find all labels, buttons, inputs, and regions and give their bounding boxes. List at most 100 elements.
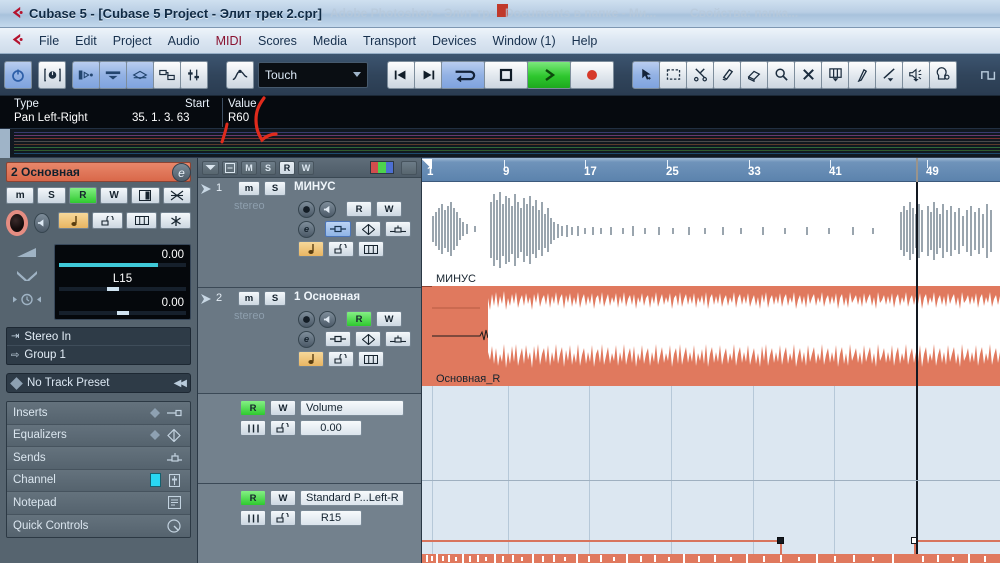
menu-item-midi[interactable]: MIDI	[208, 32, 250, 50]
inspector-edit-channel-button[interactable]: e	[172, 163, 191, 182]
inspector-monitor-button[interactable]	[34, 213, 50, 233]
menu-item-media[interactable]: Media	[305, 32, 355, 50]
track1-musical-mode-button[interactable]	[298, 241, 324, 257]
inspector-musical-mode-button[interactable]	[58, 212, 89, 229]
track1-record-enable-button[interactable]	[298, 201, 315, 218]
playhead[interactable]	[916, 286, 918, 386]
track2-musical-mode-button[interactable]	[298, 351, 324, 367]
track-expand-arrow-icon[interactable]	[200, 293, 216, 308]
inspector-lock-button[interactable]	[162, 187, 191, 204]
track2-lanes-button[interactable]	[358, 351, 384, 367]
playhead[interactable]	[916, 481, 918, 563]
track1-monitor-button[interactable]	[319, 201, 336, 218]
track-row-2[interactable]: 2 m S 1 Основная stereo R W e	[198, 288, 421, 394]
inspector-volume-value[interactable]: 0.00	[55, 246, 190, 263]
track2-lock-button[interactable]	[328, 351, 354, 367]
snap-quantize-icon-button[interactable]	[975, 61, 1000, 89]
automation-lane-2-value[interactable]: R15	[300, 510, 362, 526]
infoline-value-start[interactable]: 35. 1. 3. 63	[132, 112, 190, 124]
open-pool-button[interactable]	[153, 60, 181, 89]
track2-mute-button[interactable]: m	[238, 291, 260, 306]
show-hide-automation-button[interactable]	[222, 160, 238, 175]
menu-item-edit[interactable]: Edit	[67, 32, 105, 50]
inspector-volume-slider[interactable]	[59, 263, 186, 267]
track2-solo-button[interactable]: S	[264, 291, 286, 306]
track2-write-automation-button[interactable]: W	[376, 311, 402, 327]
arrange-area[interactable]: 1 9 17 25 33 41 49 МИНУС Основная_R	[422, 158, 1000, 563]
menu-item-help[interactable]: Help	[564, 32, 606, 50]
automation-curve-icon-button[interactable]	[226, 60, 254, 89]
menu-item-audio[interactable]: Audio	[160, 32, 208, 50]
menu-item-transport[interactable]: Transport	[355, 32, 424, 50]
overview-left-handle[interactable]	[0, 129, 10, 158]
inspector-section-inserts[interactable]: Inserts	[7, 402, 190, 425]
inspector-input-routing[interactable]: ⇥ Stereo In	[7, 328, 190, 346]
automation-lane-1-lock-button[interactable]	[270, 420, 296, 436]
automation-lane-1-value[interactable]: 0.00	[300, 420, 362, 436]
line-tool-button[interactable]	[875, 60, 903, 89]
automation-lane-1-parameter[interactable]: Volume	[300, 400, 404, 416]
infoline-value-value[interactable]: R60	[228, 112, 249, 124]
inspector-section-sends[interactable]: Sends	[7, 447, 190, 470]
split-tool-button[interactable]	[686, 60, 714, 89]
inspector-section-equalizers[interactable]: Equalizers	[7, 424, 190, 447]
track1-name[interactable]: МИНУС	[294, 181, 336, 193]
inspector-track-preset-selector[interactable]: No Track Preset ◀◀	[6, 373, 191, 393]
glue-tool-button[interactable]	[713, 60, 741, 89]
automation-point[interactable]	[777, 537, 784, 544]
inspector-freeze-button[interactable]	[160, 212, 191, 229]
inspector-section-quick-controls[interactable]: Quick Controls	[7, 514, 190, 537]
track2-send-indicator-button[interactable]	[385, 331, 411, 347]
go-to-start-button[interactable]	[387, 60, 415, 89]
show-event-infoline-button[interactable]	[99, 60, 127, 89]
automation-lane-1-read-button[interactable]: R	[240, 400, 266, 416]
inspector-pan-value[interactable]: L15	[55, 270, 190, 287]
inspector-edit-channel-settings-button[interactable]	[131, 187, 160, 204]
project-overview-strip[interactable]	[0, 129, 1000, 158]
inspector-lanes-button[interactable]	[126, 212, 157, 229]
automation-lane-2-write-button[interactable]: W	[270, 490, 296, 506]
track2-monitor-button[interactable]	[319, 311, 336, 328]
show-overview-button[interactable]	[126, 60, 154, 89]
inspector-mute-button[interactable]: m	[6, 187, 35, 204]
menu-cubase-logo-icon[interactable]	[8, 32, 23, 50]
global-write-button[interactable]: W	[298, 160, 314, 175]
inspector-read-automation-button[interactable]: R	[68, 187, 97, 204]
track1-insert-indicator-button[interactable]	[325, 221, 351, 237]
mute-tool-button[interactable]	[794, 60, 822, 89]
show-performance-meter-button[interactable]	[38, 60, 66, 89]
inspector-section-channel[interactable]: Channel	[7, 469, 190, 492]
cycle-button[interactable]	[441, 60, 485, 89]
playhead[interactable]	[916, 182, 918, 286]
inspector-solo-button[interactable]: S	[37, 187, 66, 204]
constrain-delay-compensation-button[interactable]	[4, 60, 32, 89]
menu-item-project[interactable]: Project	[105, 32, 160, 50]
inspector-pan-slider[interactable]	[59, 287, 186, 291]
automation-lane-2-lock-button[interactable]	[270, 510, 296, 526]
track1-event-row[interactable]: МИНУС	[422, 182, 1000, 286]
track1-mute-button[interactable]: m	[238, 181, 260, 196]
menu-item-file[interactable]: File	[31, 32, 67, 50]
stop-button[interactable]	[484, 60, 528, 89]
global-read-button[interactable]: R	[279, 160, 295, 175]
global-mute-button[interactable]: M	[241, 160, 257, 175]
track1-lanes-button[interactable]	[358, 241, 384, 257]
track1-send-indicator-button[interactable]	[385, 221, 411, 237]
draw-tool-button[interactable]	[848, 60, 876, 89]
color-tool-button[interactable]	[929, 60, 957, 89]
global-solo-button[interactable]: S	[260, 160, 276, 175]
automation-curve-segment[interactable]	[422, 540, 782, 542]
automation-lane-1-mute-button[interactable]	[240, 420, 266, 436]
preset-collapse-icon[interactable]: ◀◀	[174, 378, 187, 389]
inspector-write-automation-button[interactable]: W	[99, 187, 129, 204]
show-inspector-button[interactable]	[72, 60, 100, 89]
erase-tool-button[interactable]	[740, 60, 768, 89]
playhead[interactable]	[916, 386, 918, 481]
track2-name[interactable]: 1 Основная	[294, 291, 360, 303]
inspector-record-enable-knob[interactable]	[6, 210, 28, 236]
track2-event-name[interactable]: Основная_R	[436, 373, 500, 385]
menu-item-window[interactable]: Window (1)	[484, 32, 563, 50]
record-button[interactable]	[570, 60, 614, 89]
track-expand-arrow-icon[interactable]	[200, 183, 216, 198]
inspector-output-routing[interactable]: ⇨ Group 1	[7, 346, 190, 364]
